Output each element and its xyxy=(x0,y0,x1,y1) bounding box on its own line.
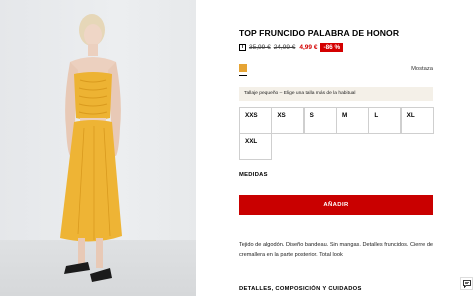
size-option-xxl[interactable]: XXL xyxy=(239,133,273,161)
size-option-s[interactable]: S xyxy=(303,107,337,134)
swatch-selected-indicator xyxy=(239,75,247,76)
fit-note-banner: Tallaje pequeño – Elige una talla más de… xyxy=(239,87,433,101)
size-option-m[interactable]: M xyxy=(335,107,370,134)
previous-price: 24,99 € xyxy=(273,43,296,51)
info-icon[interactable]: i xyxy=(239,43,246,51)
model-illustration xyxy=(60,14,122,282)
product-description: Tejido de algodón. Diseño bandeau. Sin m… xyxy=(239,242,434,258)
product-photo[interactable] xyxy=(0,0,196,296)
product-title: TOP FRUNCIDO PALABRA DE HONOR xyxy=(239,28,400,38)
size-option-l[interactable]: L xyxy=(368,107,402,134)
original-price: 35,99 € xyxy=(249,43,271,51)
size-option-xxs[interactable]: XXS xyxy=(239,107,273,134)
size-option-xs[interactable]: XS xyxy=(271,107,305,134)
size-grid: XXS XS S M L XL XXL xyxy=(239,107,434,161)
color-swatch-mostaza[interactable] xyxy=(239,64,247,72)
discount-badge: -86 % xyxy=(320,42,344,52)
sale-price: 4,99 € xyxy=(299,43,318,51)
chat-button[interactable] xyxy=(460,277,473,290)
chat-icon xyxy=(462,279,471,288)
color-name: Mostaza xyxy=(411,66,433,72)
price-row: i 35,99 € 24,99 € 4,99 € -86 % xyxy=(239,42,344,52)
size-option-xl[interactable]: XL xyxy=(400,107,434,134)
details-accordion-heading[interactable]: DETALLES, COMPOSICIÓN Y CUIDADOS xyxy=(239,286,362,292)
add-to-cart-button[interactable]: AÑADIR xyxy=(239,195,433,215)
measurements-link[interactable]: MEDIDAS xyxy=(239,172,268,178)
